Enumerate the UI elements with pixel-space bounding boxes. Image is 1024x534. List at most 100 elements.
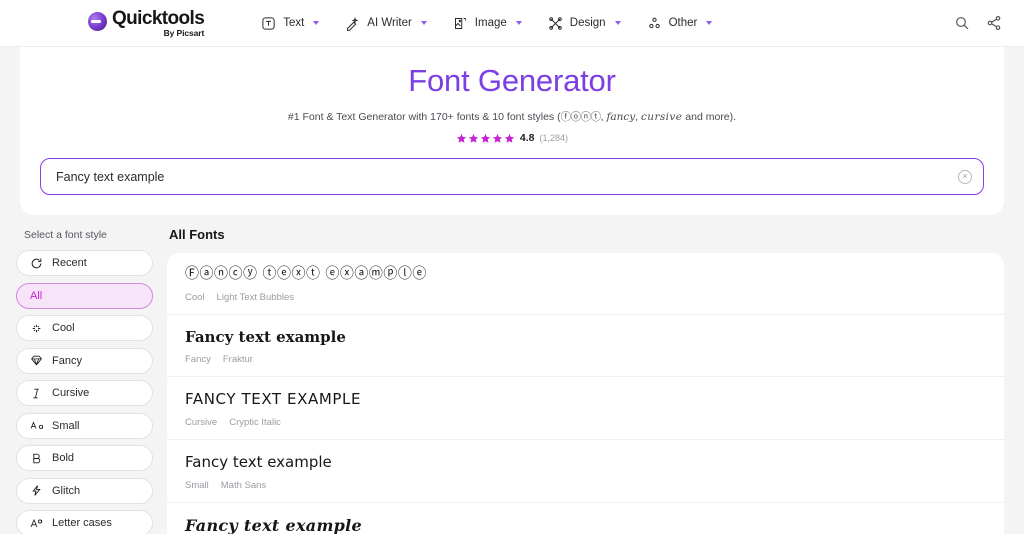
history-icon (30, 257, 43, 270)
nav-label: Text (283, 17, 304, 29)
sidebar-item-fancy[interactable]: Fancy (16, 348, 153, 374)
bold-b-icon (30, 452, 43, 465)
app-header: Quicktools By Picsart Text AI Writer (0, 0, 1024, 47)
quicktools-logo-icon (88, 12, 107, 31)
font-sample: FANCY TEXT EXAMPLE (185, 390, 986, 409)
sidebar-item-glitch[interactable]: Glitch (16, 478, 153, 504)
image-icon (453, 16, 468, 31)
font-tags: Small Math Sans (185, 480, 986, 491)
font-category: Small (185, 480, 209, 491)
font-tags: Fancy Fraktur (185, 354, 986, 365)
results-title: All Fonts (169, 227, 1004, 242)
font-row[interactable]: Fancy text example Fancy Fraktur (167, 315, 1004, 378)
page-title: Font Generator (40, 63, 984, 99)
subtitle-bubble-sample: ⓕⓞⓝⓣ (561, 111, 601, 123)
font-sample: Ⓕⓐⓝⓒⓨ ⓣⓔⓧⓣ ⓔⓧⓐⓜⓟⓛⓔ (185, 266, 986, 284)
rating-block: 4.8 (1,284) (40, 132, 984, 144)
font-row[interactable]: Fancy text example Fancy Script Bold Ita… (167, 503, 1004, 534)
star-icon (480, 133, 491, 144)
sidebar-item-label: Recent (52, 257, 87, 269)
letter-case-icon (30, 517, 43, 530)
hero-card: Font Generator #1 Font & Text Generator … (20, 47, 1004, 215)
font-row[interactable]: Fancy text example Small Math Sans (167, 440, 1004, 503)
star-icon (504, 133, 515, 144)
nav-label: Design (570, 17, 606, 29)
content-area: Select a font style Recent All Cool Fanc… (0, 215, 1024, 534)
nav-item-text[interactable]: Text (250, 10, 330, 37)
nav-label: AI Writer (367, 17, 412, 29)
sidebar-item-label: Cool (52, 322, 75, 334)
lightning-icon (30, 484, 43, 497)
rating-count: (1,284) (540, 133, 569, 143)
sparkle-icon (30, 322, 43, 335)
ai-writer-icon (345, 16, 360, 31)
sidebar-item-all[interactable]: All (16, 283, 153, 309)
font-style-sidebar: Select a font style Recent All Cool Fanc… (16, 227, 153, 534)
nav-item-design[interactable]: Design (537, 10, 632, 37)
font-sample: Fancy text example (185, 516, 986, 534)
sidebar-item-label: All (30, 290, 42, 302)
subtitle-cursive-sample: cursive (641, 111, 682, 123)
font-tags: Cool Light Text Bubbles (185, 292, 986, 303)
star-rating (456, 133, 515, 144)
sidebar-item-label: Cursive (52, 387, 89, 399)
sidebar-title: Select a font style (24, 229, 153, 241)
chevron-down-icon (516, 21, 522, 25)
italic-icon (30, 387, 43, 400)
header-actions (954, 15, 1002, 31)
font-category: Cool (185, 292, 205, 303)
sidebar-item-bold[interactable]: Bold (16, 445, 153, 471)
sidebar-item-recent[interactable]: Recent (16, 250, 153, 276)
sidebar-item-small[interactable]: Small (16, 413, 153, 439)
chevron-down-icon (313, 21, 319, 25)
brand-tagline: By Picsart (112, 29, 204, 38)
main-nav: Text AI Writer Image (250, 10, 723, 37)
font-category: Fancy (185, 354, 211, 365)
font-name: Light Text Bubbles (217, 292, 294, 303)
diamond-icon (30, 354, 43, 367)
nav-item-image[interactable]: Image (442, 10, 533, 37)
clear-input-button[interactable]: × (958, 170, 972, 184)
chevron-down-icon (421, 21, 427, 25)
brand-name: Quicktools (112, 9, 204, 28)
sidebar-item-label: Small (52, 420, 80, 432)
text-input-row: × (40, 158, 984, 195)
subtitle-suffix: and more). (682, 111, 736, 123)
sidebar-item-cool[interactable]: Cool (16, 315, 153, 341)
sidebar-item-letter-cases[interactable]: Letter cases (16, 510, 153, 534)
font-row[interactable]: FANCY TEXT EXAMPLE Cursive Cryptic Itali… (167, 377, 1004, 440)
subtitle-prefix: #1 Font & Text Generator with 170+ fonts… (288, 111, 561, 123)
font-category: Cursive (185, 417, 217, 428)
brand-logo-text: Quicktools By Picsart (112, 9, 204, 38)
text-input[interactable] (40, 158, 984, 195)
results-panel: All Fonts Ⓕⓐⓝⓒⓨ ⓣⓔⓧⓣ ⓔⓧⓐⓜⓟⓛⓔ Cool Light … (167, 227, 1004, 534)
nav-item-ai-writer[interactable]: AI Writer (334, 10, 438, 37)
search-icon[interactable] (954, 15, 970, 31)
font-sample: Fancy text example (185, 453, 986, 472)
subtitle-fancy-sample: fancy (606, 111, 635, 123)
sidebar-item-label: Fancy (52, 355, 82, 367)
sidebar-item-cursive[interactable]: Cursive (16, 380, 153, 406)
other-icon (647, 16, 662, 31)
star-icon (492, 133, 503, 144)
hero-subtitle: #1 Font & Text Generator with 170+ fonts… (40, 109, 984, 124)
nav-label: Image (475, 17, 507, 29)
design-icon (548, 16, 563, 31)
rating-score: 4.8 (520, 132, 535, 144)
star-icon (468, 133, 479, 144)
nav-item-other[interactable]: Other (636, 10, 724, 37)
sidebar-item-label: Glitch (52, 485, 80, 497)
share-icon[interactable] (986, 15, 1002, 31)
font-name: Fraktur (223, 354, 253, 365)
star-icon (456, 133, 467, 144)
sidebar-item-label: Letter cases (52, 517, 112, 529)
aa-icon (30, 419, 43, 432)
nav-label: Other (669, 17, 698, 29)
sidebar-item-label: Bold (52, 452, 74, 464)
font-list: Ⓕⓐⓝⓒⓨ ⓣⓔⓧⓣ ⓔⓧⓐⓜⓟⓛⓔ Cool Light Text Bubbl… (167, 253, 1004, 534)
brand-logo[interactable]: Quicktools By Picsart (88, 9, 204, 38)
font-row[interactable]: Ⓕⓐⓝⓒⓨ ⓣⓔⓧⓣ ⓔⓧⓐⓜⓟⓛⓔ Cool Light Text Bubbl… (167, 253, 1004, 315)
font-name: Math Sans (221, 480, 266, 491)
chevron-down-icon (706, 21, 712, 25)
font-tags: Cursive Cryptic Italic (185, 417, 986, 428)
